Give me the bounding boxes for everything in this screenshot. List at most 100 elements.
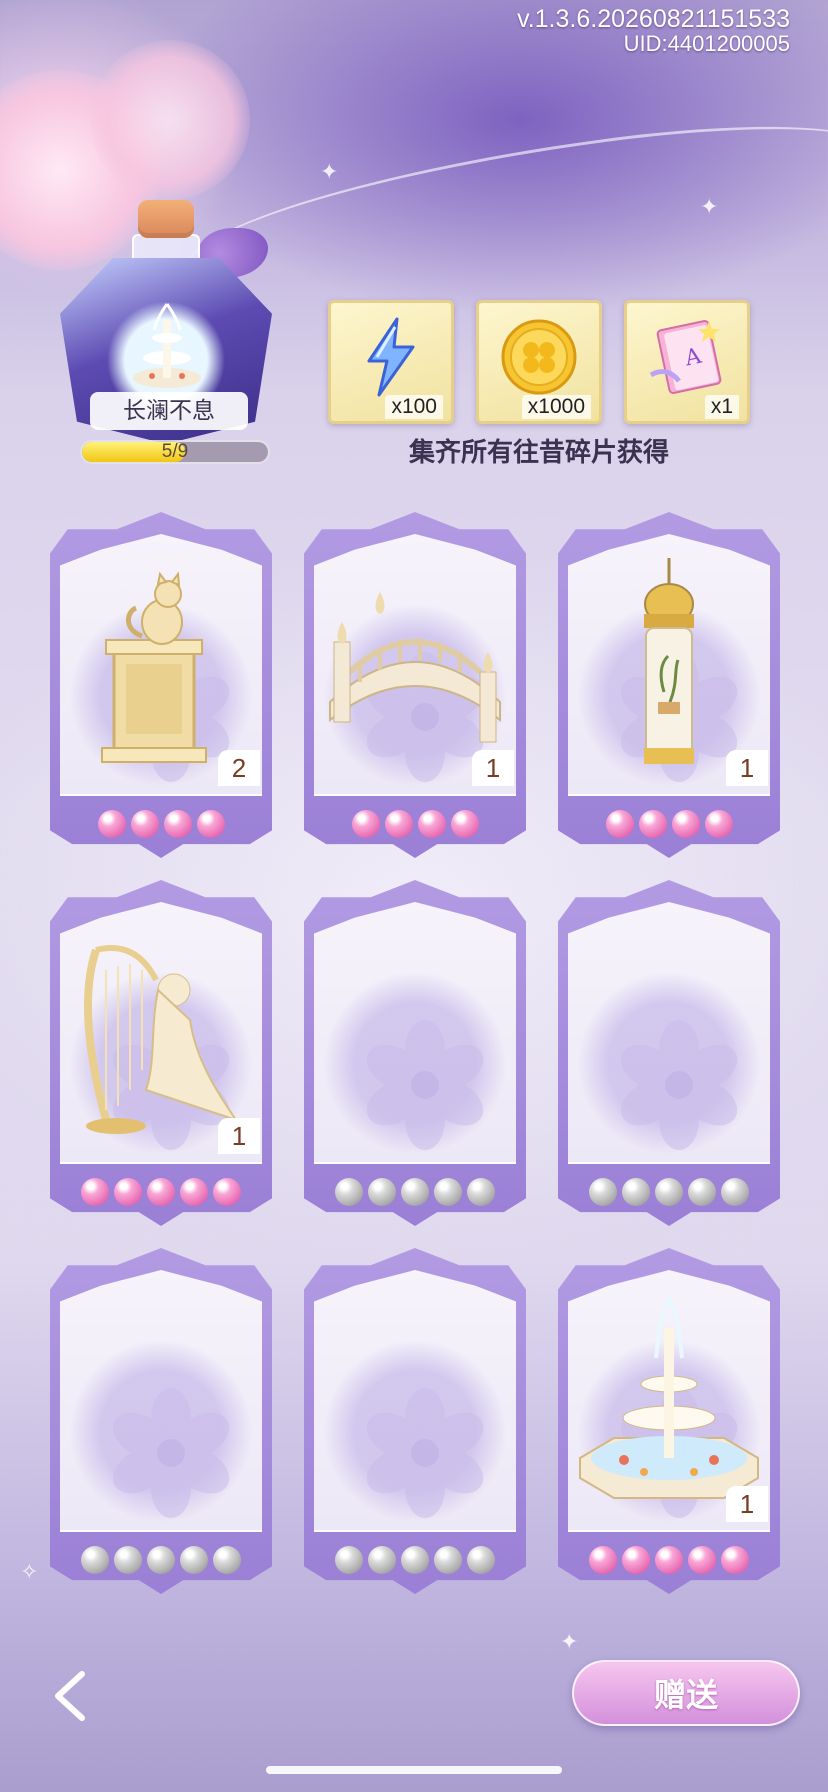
fountain-icon — [574, 1288, 764, 1518]
fragment-card[interactable]: 1 — [50, 880, 272, 1226]
pink-pearl-icon — [605, 810, 634, 838]
pink-pearl-icon — [638, 810, 667, 838]
pearl-row — [558, 810, 780, 838]
rewards-caption: 集齐所有往昔碎片获得 — [408, 438, 669, 468]
fragment-card[interactable] — [558, 880, 780, 1226]
pink-pearl-icon — [721, 1546, 749, 1574]
card-background — [60, 1270, 262, 1532]
gray-pearl-icon — [368, 1546, 396, 1574]
tower-icon — [574, 552, 764, 782]
gray-pearl-icon — [467, 1546, 495, 1574]
fragment-count: 1 — [726, 750, 768, 786]
pink-pearl-icon — [688, 1546, 716, 1574]
lightning-icon — [367, 317, 415, 397]
back-button[interactable] — [46, 1668, 96, 1724]
fragment-count: 2 — [218, 750, 260, 786]
gray-pearl-icon — [622, 1178, 650, 1206]
fragment-count: 1 — [726, 1486, 768, 1522]
gray-pearl-icon — [467, 1178, 495, 1206]
pink-pearl-icon — [81, 1178, 109, 1206]
reward-item-letter[interactable]: A x1 — [624, 300, 750, 424]
pink-pearl-icon — [97, 810, 126, 838]
pink-pearl-icon — [655, 1546, 683, 1574]
pearl-row — [50, 1178, 272, 1206]
blossom-decoration — [90, 40, 250, 200]
flower-emblem-icon — [614, 1020, 744, 1150]
fragment-card[interactable]: 2 — [50, 512, 272, 858]
pink-pearl-icon — [671, 810, 700, 838]
reward-item-gold[interactable]: x1000 — [476, 300, 602, 424]
flower-emblem-icon — [360, 1388, 490, 1518]
reward-item-energy[interactable]: x100 — [328, 300, 454, 424]
cat-statue-icon — [66, 552, 256, 782]
gray-pearl-icon — [589, 1178, 617, 1206]
home-indicator[interactable] — [266, 1766, 562, 1774]
pink-pearl-icon — [351, 810, 380, 838]
gold-clover-coin-icon — [501, 319, 577, 395]
pink-pearl-icon — [130, 810, 159, 838]
reward-qty: x100 — [385, 395, 443, 419]
pearl-row — [304, 1546, 526, 1574]
fragment-card[interactable] — [304, 880, 526, 1226]
gray-pearl-icon — [368, 1178, 396, 1206]
gray-pearl-icon — [401, 1178, 429, 1206]
fragment-count: 1 — [218, 1118, 260, 1154]
fountain-icon — [133, 303, 201, 388]
pink-pearl-icon — [196, 810, 225, 838]
gray-pearl-icon — [434, 1178, 462, 1206]
letter-book-icon: A — [649, 320, 722, 394]
sparkle-icon: ✦ — [320, 160, 339, 185]
gray-pearl-icon — [655, 1178, 683, 1206]
pink-pearl-icon — [180, 1178, 208, 1206]
pink-pearl-icon — [450, 810, 479, 838]
pink-pearl-icon — [622, 1546, 650, 1574]
pink-pearl-icon — [163, 810, 192, 838]
gray-pearl-icon — [335, 1546, 363, 1574]
version-label: v.1.3.6.20260821151533 — [517, 5, 790, 33]
gray-pearl-icon — [147, 1546, 175, 1574]
fragment-card[interactable] — [304, 1248, 526, 1594]
pearl-row — [50, 810, 272, 838]
chevron-left-icon — [55, 1671, 85, 1721]
gray-pearl-icon — [721, 1178, 749, 1206]
gray-pearl-icon — [434, 1546, 462, 1574]
pearl-row — [304, 1178, 526, 1206]
fragment-card[interactable] — [50, 1248, 272, 1594]
pink-pearl-icon — [704, 810, 733, 838]
pearl-row — [558, 1546, 780, 1574]
gray-pearl-icon — [180, 1546, 208, 1574]
bridge-icon — [320, 552, 510, 782]
pearl-row — [50, 1546, 272, 1574]
pearl-row — [558, 1178, 780, 1206]
collection-progress-bar: 5/9 — [80, 440, 270, 464]
pink-pearl-icon — [589, 1546, 617, 1574]
cork-icon — [138, 200, 194, 238]
card-background — [314, 902, 516, 1164]
fragment-card[interactable]: 1 — [304, 512, 526, 858]
reward-qty: x1 — [704, 395, 739, 419]
gray-pearl-icon — [213, 1546, 241, 1574]
card-background — [568, 902, 770, 1164]
fragment-card[interactable]: 1 — [558, 512, 780, 858]
version-info: v.1.3.6.20260821151533 UID:4401200005 — [517, 5, 790, 57]
pink-pearl-icon — [384, 810, 413, 838]
pink-pearl-icon — [417, 810, 446, 838]
pink-pearl-icon — [147, 1178, 175, 1206]
pearl-row — [304, 810, 526, 838]
gray-pearl-icon — [81, 1546, 109, 1574]
gray-pearl-icon — [401, 1546, 429, 1574]
pink-pearl-icon — [213, 1178, 241, 1206]
pink-pearl-icon — [114, 1178, 142, 1206]
collection-bottle: 长澜不息 5/9 — [60, 200, 290, 464]
flower-emblem-icon — [106, 1388, 236, 1518]
rewards-row: x100 x1000 A x1 — [328, 300, 750, 424]
send-button[interactable]: 赠送 — [572, 1660, 800, 1726]
gray-pearl-icon — [688, 1178, 716, 1206]
uid-label: UID:4401200005 — [623, 31, 790, 57]
fragment-count: 1 — [472, 750, 514, 786]
flower-emblem-icon — [360, 1020, 490, 1150]
gray-pearl-icon — [114, 1546, 142, 1574]
fragment-card[interactable]: 1 — [558, 1248, 780, 1594]
progress-text: 5/9 — [161, 441, 189, 462]
sparkle-icon: ✦ — [560, 1630, 579, 1655]
